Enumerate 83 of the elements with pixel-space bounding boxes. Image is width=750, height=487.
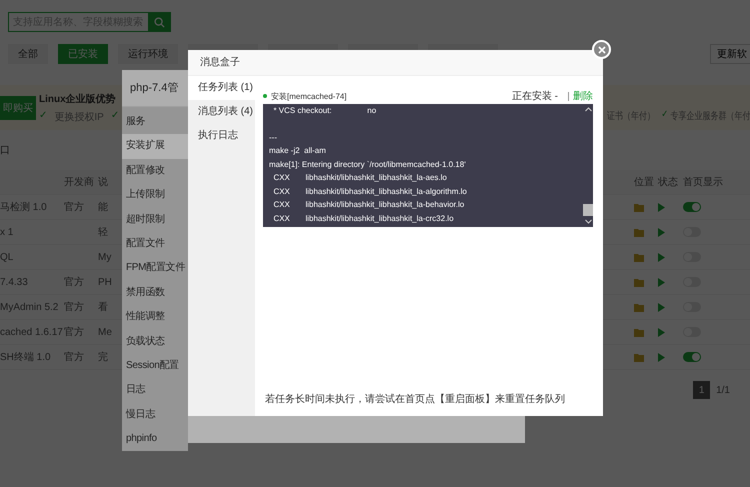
menu-item[interactable]: 负载状态 [122, 330, 188, 354]
status-dot-icon [263, 94, 267, 98]
log-line: CXX libhashkit/libhashkit_libhashkit_la-crc32.lo [272, 212, 455, 225]
menu-item[interactable]: 性能调整 [122, 305, 188, 330]
log-line: CXX libhashkit/libhashkit_libhashkit_la-behavior.lo [272, 199, 466, 211]
banner-title: Linux企业版优势 [39, 92, 117, 106]
menu-item[interactable]: 配置文件 [122, 232, 188, 256]
folder-icon [634, 328, 645, 336]
play-icon [658, 328, 665, 336]
tab[interactable]: 执行日志 [188, 124, 255, 148]
log-line: CXX libhashkit/libhashkit_libhashkit_la-algorithm.lo [272, 186, 468, 198]
log-line: * VCS checkout: no [272, 105, 378, 117]
table-cell-text: 完 [98, 350, 109, 364]
table-cell-text: 官方 [64, 276, 85, 289]
column-header: 首页显示 [683, 176, 724, 189]
close-icon [598, 46, 606, 54]
menu-item[interactable]: 配置修改 [122, 158, 188, 184]
menu-item[interactable]: phpinfo [122, 427, 188, 452]
hint-text: 若任务长时间未执行，请尝试在首页点【重启面板】来重置任务队列 [265, 392, 566, 406]
search-button[interactable] [148, 13, 170, 31]
scroll-thumb[interactable] [583, 204, 593, 216]
scroll-down-icon [584, 219, 592, 224]
play-icon [658, 352, 665, 362]
table-cell-text: 看 [98, 300, 109, 314]
table-cell-text: SH终端 1.0 [0, 350, 52, 364]
log-line: make[1]: Entering directory `/root/libmemcached-1.0.18' [269, 158, 467, 171]
table-cell-text: MyAdmin 5.2 [0, 302, 60, 312]
folder-icon [634, 352, 645, 362]
menu-item[interactable]: 慢日志 [122, 402, 188, 428]
table-cell-text: My [98, 252, 112, 262]
log-line: make -j2 all-am [269, 145, 327, 157]
log-line: --- [269, 132, 278, 144]
menu-item[interactable]: 上传限制 [122, 183, 188, 208]
table-cell-text: 官方 [64, 200, 85, 214]
column-header: 开发商 [64, 176, 95, 189]
menu-item[interactable]: FPM配置文件 [122, 256, 188, 281]
table-cell-text: 7.4.33 [0, 276, 29, 288]
folder-icon [634, 228, 645, 236]
play-icon [658, 302, 665, 312]
scrollbar[interactable] [583, 104, 593, 227]
menu-item[interactable]: 日志 [122, 378, 188, 403]
dialog-title: 消息盒子 [188, 50, 603, 76]
folder-icon [634, 278, 645, 286]
menu-item[interactable]: 服务 [122, 110, 188, 134]
check-icon: ✓ [39, 110, 48, 124]
toggle-switch[interactable] [683, 202, 701, 212]
scroll-up-icon [584, 107, 592, 112]
table-cell-text: 官方 [64, 300, 85, 314]
table-cell-text: x 1 [0, 226, 14, 238]
column-header: 状态 [658, 176, 679, 189]
play-icon [658, 202, 665, 212]
play-icon [658, 252, 665, 262]
section-label: 口 [0, 144, 10, 157]
table-cell-text: QL [0, 252, 14, 262]
update-button[interactable]: 更新软 [710, 44, 750, 64]
folder-icon [634, 252, 645, 262]
table-cell: cached 1.6.17 [0, 326, 64, 338]
folder-icon [634, 202, 645, 212]
table-cell-text: 能 [98, 200, 109, 214]
tab[interactable]: 任务列表 (1) [188, 76, 255, 100]
check-icon: ✓ [110, 110, 120, 124]
play-icon [658, 228, 665, 236]
play-icon [658, 278, 665, 286]
table-cell-text: Me [98, 326, 113, 338]
menu-item[interactable]: 安装扩展 [122, 134, 188, 159]
search-icon [154, 16, 164, 28]
table-cell-text: 马检测 1.0 [0, 200, 48, 214]
menu-item[interactable]: Session配置 [122, 354, 188, 378]
menu-item[interactable]: 禁用函数 [122, 280, 188, 306]
check-icon: ✓ [661, 108, 668, 122]
table-cell-text: PH [98, 276, 113, 288]
column-header: 位置 [634, 176, 655, 189]
table-cell-text: 官方 [64, 326, 85, 339]
log-line: CXX libhashkit/libhashkit_libhashkit_la-aes.lo [272, 172, 448, 184]
task-name: 安装[memcached-74] [271, 90, 347, 102]
column-header: 说 [98, 176, 109, 189]
menu-item[interactable]: 超时限制 [122, 208, 188, 232]
folder-icon [634, 302, 645, 312]
page-count: 1/1 [716, 384, 730, 396]
toggle-switch[interactable] [683, 352, 701, 362]
table-cell-text: 轻 [98, 226, 109, 239]
delete-link[interactable]: 删除 [573, 89, 593, 103]
table-cell-text: 官方 [64, 350, 85, 364]
